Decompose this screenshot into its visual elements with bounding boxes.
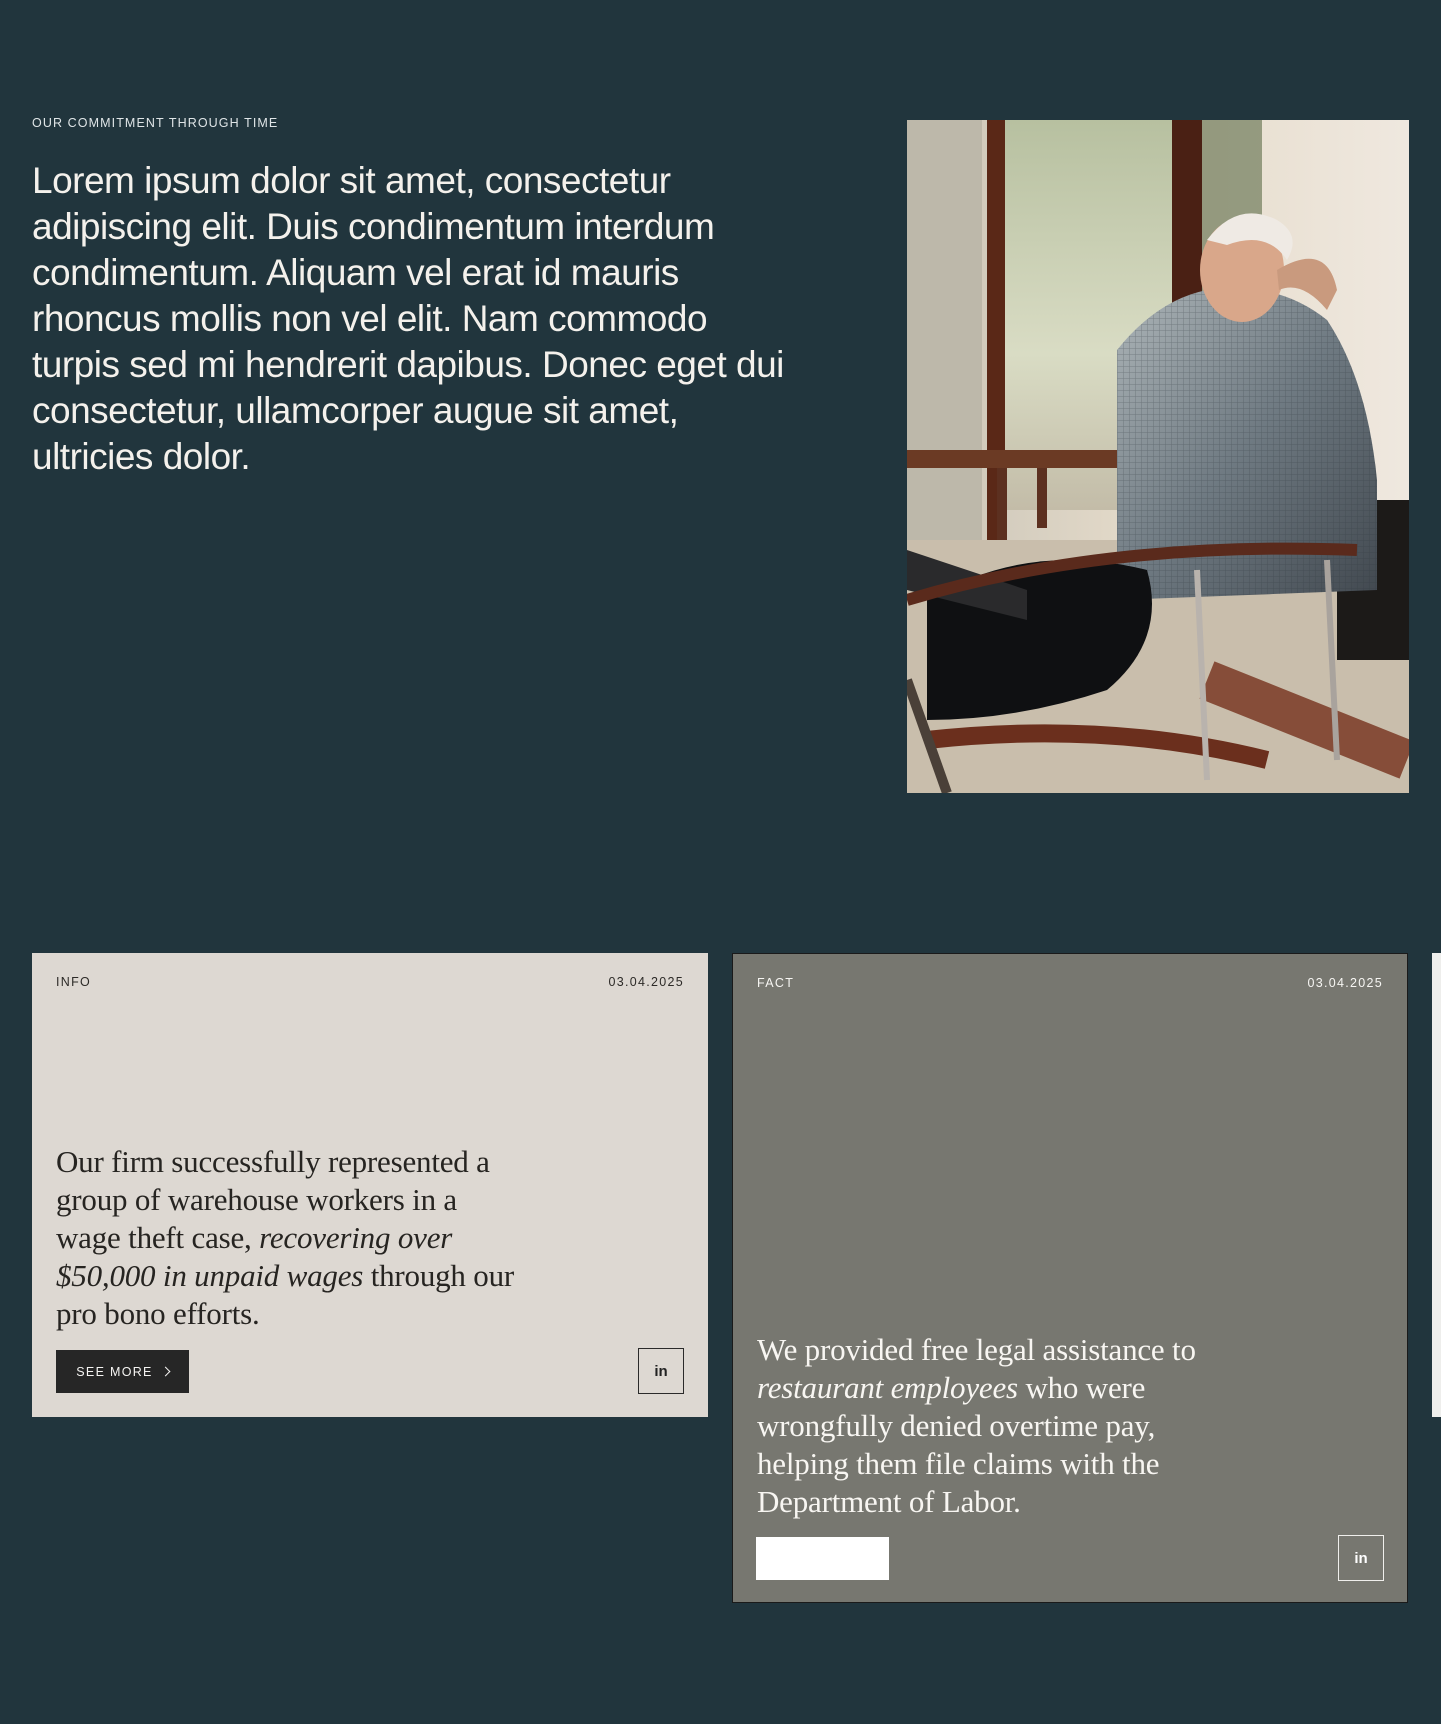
card-tag: FACT — [757, 976, 795, 990]
card-date: 03.04.2025 — [608, 975, 684, 989]
fact-card: FACT 03.04.2025 We provided free legal a… — [732, 953, 1408, 1603]
commitment-paragraph: Lorem ipsum dolor sit amet, consectetur … — [32, 160, 784, 477]
card-date: 03.04.2025 — [1307, 976, 1383, 990]
card-text-part: We provided free legal assistance to — [757, 1332, 1196, 1367]
chevron-right-icon — [160, 1366, 171, 1377]
linkedin-icon: in — [1354, 1549, 1368, 1567]
see-more-button[interactable]: SEE MORE — [56, 1350, 189, 1393]
man-in-chair-photo — [907, 120, 1409, 793]
linkedin-icon: in — [654, 1362, 668, 1380]
card-text: We provided free legal assistance to res… — [757, 1331, 1237, 1521]
see-more-label: SEE MORE — [76, 1364, 153, 1379]
commitment-eyebrow: OUR COMMITMENT THROUGH TIME — [32, 116, 279, 130]
card-text-emphasis: restaurant employees — [757, 1370, 1018, 1405]
info-card: INFO 03.04.2025 Our firm successfully re… — [32, 953, 708, 1417]
next-card-edge — [1432, 953, 1441, 1417]
card-tag: INFO — [56, 975, 92, 989]
linkedin-share-button[interactable]: in — [1338, 1535, 1384, 1581]
linkedin-share-button[interactable]: in — [638, 1348, 684, 1394]
card-text: Our firm successfully represented a grou… — [56, 1143, 526, 1333]
card-action-button[interactable] — [756, 1537, 889, 1580]
